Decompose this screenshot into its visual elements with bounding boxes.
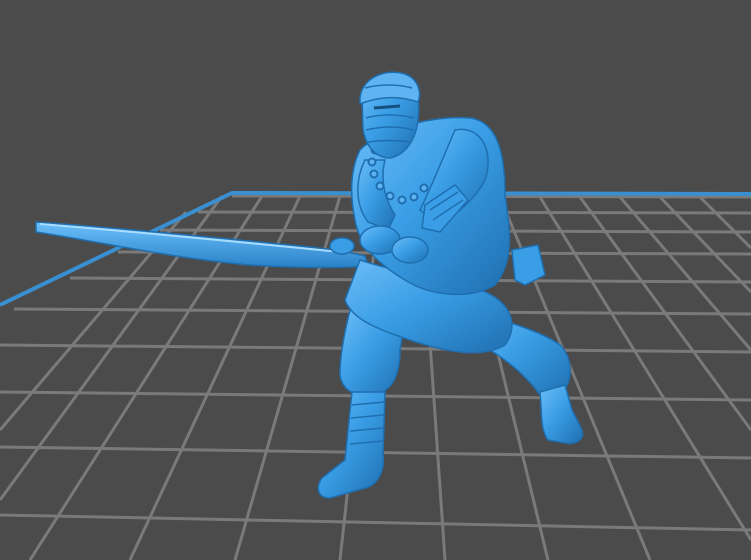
3d-viewport[interactable] — [0, 0, 751, 560]
viewport-canvas[interactable] — [0, 0, 751, 560]
eye-slit — [373, 104, 401, 110]
sword-guard — [329, 237, 355, 255]
right-hand — [391, 236, 429, 264]
